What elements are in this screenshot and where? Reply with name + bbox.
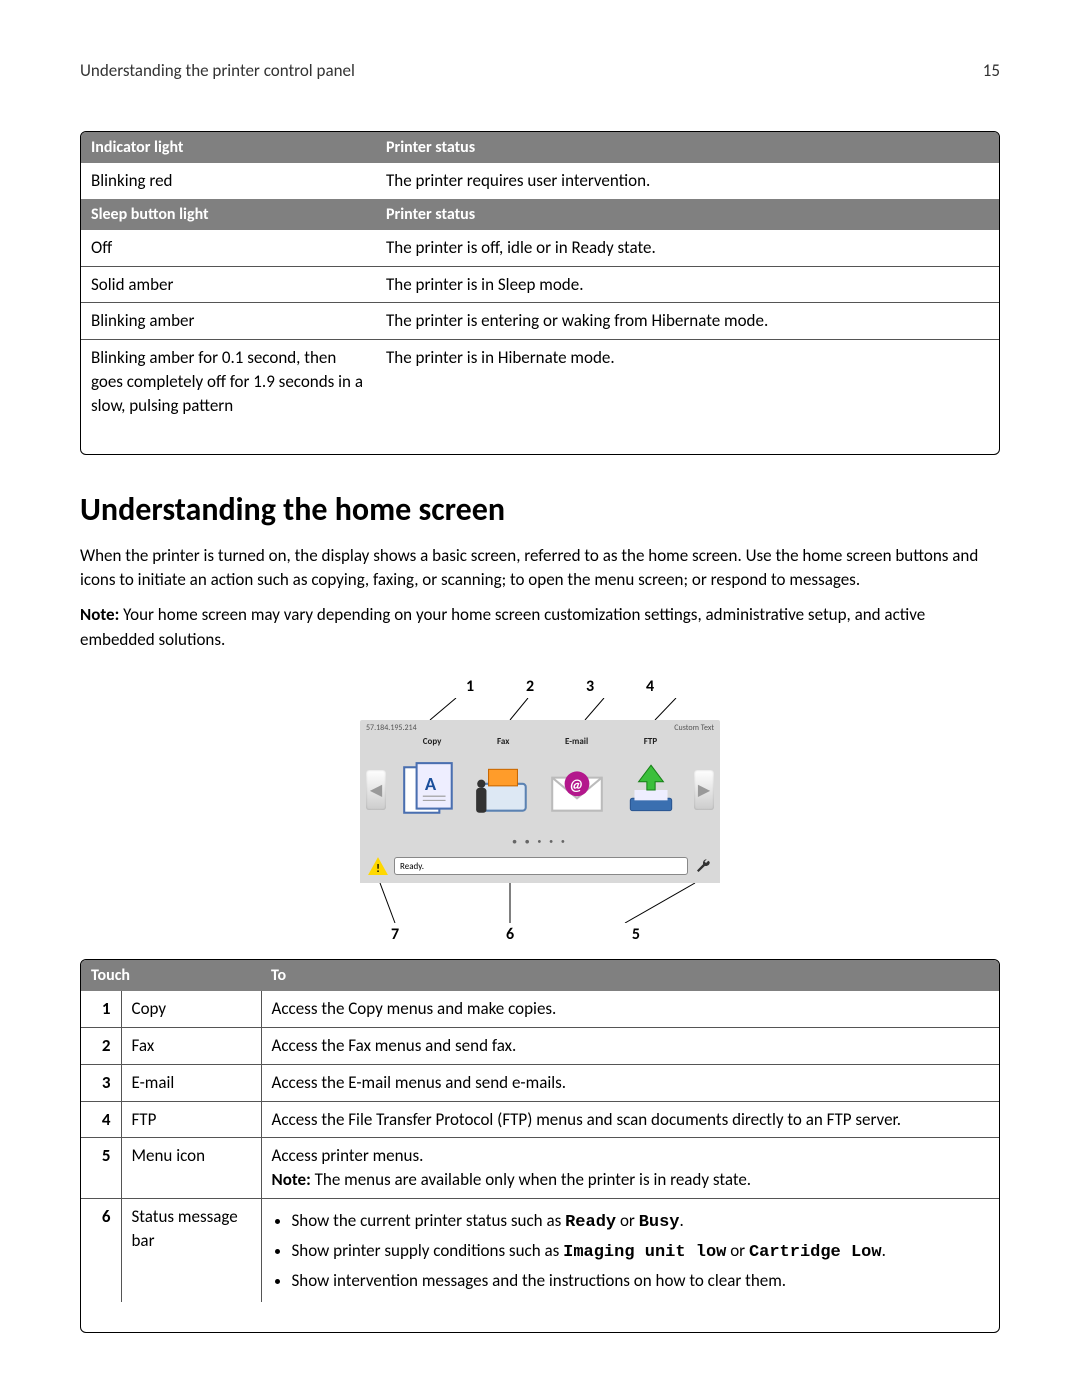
cell-desc: Access printer menus. Note: The menus ar…: [261, 1138, 999, 1199]
svg-text:A: A: [425, 772, 437, 795]
cell: The printer requires user intervention.: [376, 163, 999, 199]
page-number: 15: [983, 60, 1000, 81]
callout-5: 5: [590, 925, 720, 944]
leader-lines-bottom: [360, 883, 720, 923]
desc-line: Access printer menus.: [272, 1145, 424, 1166]
status-message-bar[interactable]: Ready.: [394, 857, 688, 875]
cell-touch: Menu icon: [121, 1138, 261, 1199]
callout-3: 3: [560, 677, 620, 696]
cell: Blinking amber for 0.1 second, then goes…: [81, 340, 376, 424]
printer-touchscreen: 57.184.195.214 Custom Text Copy Fax E-ma…: [360, 720, 720, 883]
bullet: Show printer supply conditions such as I…: [292, 1239, 990, 1265]
cell: The printer is off, idle or in Ready sta…: [376, 230, 999, 266]
email-icon[interactable]: @: [546, 759, 608, 821]
cell-touch: E-mail: [121, 1064, 261, 1101]
bottom-callouts: 7 6 5: [360, 925, 720, 944]
svg-text:@: @: [569, 775, 584, 795]
callout-6: 6: [430, 925, 590, 944]
nav-right-icon[interactable]: ▶: [694, 770, 714, 810]
warning-icon[interactable]: !: [368, 857, 388, 875]
cell: Blinking amber: [81, 303, 376, 340]
cell-num: 3: [81, 1064, 121, 1101]
note-rest: Your home screen may vary depending on y…: [80, 604, 925, 650]
note-rest: The menus are available only when the pr…: [311, 1169, 751, 1190]
th-status1: Printer status: [376, 132, 999, 163]
cell-num: 4: [81, 1101, 121, 1138]
note-paragraph: Note: Your home screen may vary dependin…: [80, 603, 1000, 652]
running-header: Understanding the printer control panel …: [80, 60, 1000, 81]
label-email: E-mail: [565, 736, 588, 747]
bullet: Show the current printer status such as …: [292, 1209, 990, 1235]
callout-7: 7: [360, 925, 430, 944]
cell: Blinking red: [81, 163, 376, 199]
custom-text: Custom Text: [674, 723, 714, 733]
cell-num: 6: [81, 1198, 121, 1302]
cell-desc: Show the current printer status such as …: [261, 1198, 999, 1302]
cell-num: 5: [81, 1138, 121, 1199]
cell: The printer is entering or waking from H…: [376, 303, 999, 340]
touch-table: Touch To 1 Copy Access the Copy menus an…: [80, 959, 1000, 1333]
ip-address: 57.184.195.214: [366, 723, 417, 733]
bullet: Show intervention messages and the instr…: [292, 1269, 990, 1293]
top-callouts: 1 2 3 4: [360, 677, 720, 698]
nav-left-icon[interactable]: ◀: [366, 770, 386, 810]
cell-touch: Status message bar: [121, 1198, 261, 1302]
cell-desc: Access the Copy menus and make copies.: [261, 991, 999, 1027]
note-label: Note:: [272, 1169, 311, 1190]
label-copy: Copy: [423, 736, 442, 747]
callout-1: 1: [440, 677, 500, 696]
fax-icon[interactable]: [472, 759, 534, 821]
wrench-icon[interactable]: [694, 857, 712, 875]
cell-desc: Access the File Transfer Protocol (FTP) …: [261, 1101, 999, 1138]
copy-icon[interactable]: A: [398, 759, 460, 821]
indicator-table: Indicator light Printer status Blinking …: [80, 131, 1000, 455]
th-to: To: [261, 960, 999, 991]
cell-desc: Access the Fax menus and send fax.: [261, 1027, 999, 1064]
cell-num: 2: [81, 1027, 121, 1064]
cell: Off: [81, 230, 376, 266]
home-screen-illustration: 1 2 3 4 57.184.195.214 Custom Text Copy …: [360, 677, 720, 944]
cell: The printer is in Sleep mode.: [376, 266, 999, 303]
cell-touch: FTP: [121, 1101, 261, 1138]
cell-touch: Fax: [121, 1027, 261, 1064]
leader-lines-top: [360, 698, 720, 720]
cell-touch: Copy: [121, 991, 261, 1027]
cell-num: 1: [81, 991, 121, 1027]
cell-desc: Access the E-mail menus and send e-mails…: [261, 1064, 999, 1101]
section-heading: Understanding the home screen: [80, 490, 1000, 529]
intro-paragraph: When the printer is turned on, the displ…: [80, 544, 1000, 593]
cell: Solid amber: [81, 266, 376, 303]
callout-4: 4: [620, 677, 680, 696]
th-sleep: Sleep button light: [81, 199, 376, 230]
th-indicator: Indicator light: [81, 132, 376, 163]
header-title: Understanding the printer control panel: [80, 60, 355, 81]
th-blank: Touch: [81, 960, 261, 991]
ftp-icon[interactable]: [620, 759, 682, 821]
note-label: Note:: [80, 604, 119, 625]
screen-topbar: 57.184.195.214 Custom Text: [360, 720, 720, 736]
pagination-dots: ● ● • • •: [360, 837, 720, 851]
icon-labels: Copy Fax E-mail FTP: [395, 736, 685, 747]
label-fax: Fax: [497, 736, 509, 747]
status-text: Ready.: [400, 861, 424, 872]
cell: The printer is in Hibernate mode.: [376, 340, 999, 424]
th-status2: Printer status: [376, 199, 999, 230]
label-ftp: FTP: [644, 736, 657, 747]
callout-2: 2: [500, 677, 560, 696]
